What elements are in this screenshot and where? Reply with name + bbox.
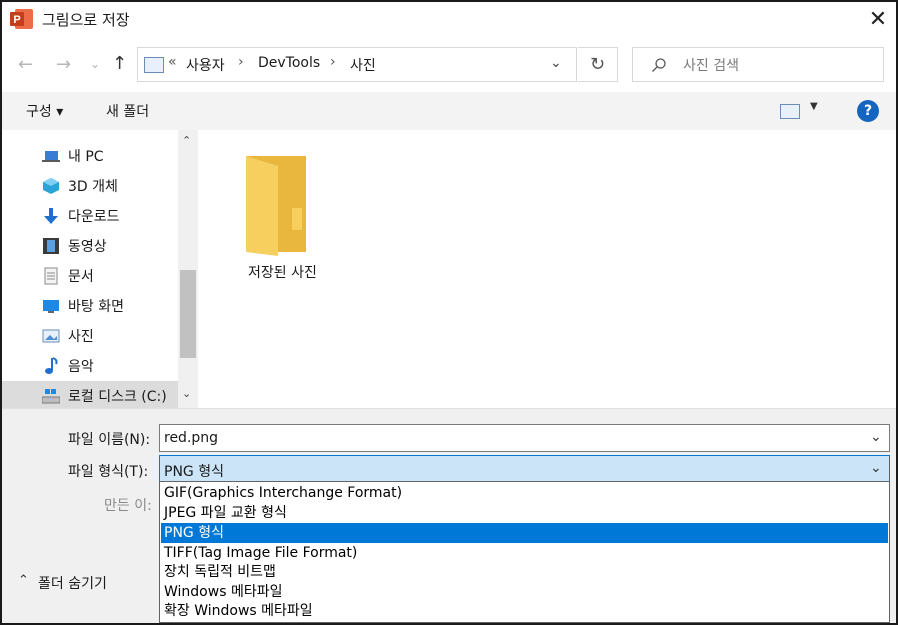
forward-arrow-icon[interactable]: →	[56, 54, 71, 75]
nav-pane-scrollbar-thumb[interactable]	[180, 270, 196, 358]
filetype-option[interactable]: JPEG 파일 교환 형식	[161, 503, 888, 523]
refresh-button[interactable]: ↻	[578, 47, 618, 82]
address-bar[interactable]: « 사용자 › DevTools › 사진 ⌄	[137, 47, 577, 82]
nav-item-documents[interactable]: 문서	[42, 261, 94, 291]
nav-pane-scrollbar[interactable]	[178, 130, 198, 408]
breadcrumb-devtools[interactable]: DevTools	[258, 55, 320, 71]
pictures-folder-icon	[144, 57, 164, 73]
filetype-option[interactable]: TIFF(Tag Image File Format)	[161, 543, 888, 563]
nav-item-label: 다운로드	[68, 209, 120, 225]
filetype-dropdown-icon[interactable]: ⌄	[870, 460, 882, 476]
filetype-value: PNG 형식	[164, 464, 224, 480]
filename-dropdown-icon[interactable]: ⌄	[870, 429, 882, 445]
hide-folders-button[interactable]: 폴더 숨기기	[38, 573, 107, 593]
document-icon	[42, 267, 60, 285]
breadcrumb-pictures[interactable]: 사진	[350, 55, 376, 75]
command-toolbar: 구성 ▾ 새 폴더 ▼ ?	[2, 92, 896, 130]
powerpoint-icon: P	[10, 8, 34, 30]
video-icon	[42, 237, 60, 255]
filetype-option-selected[interactable]: PNG 형식	[161, 523, 888, 543]
breadcrumb-separator: ›	[330, 54, 336, 70]
desktop-icon	[42, 297, 60, 315]
nav-item-label: 문서	[68, 269, 94, 285]
music-icon	[42, 357, 60, 375]
filename-label: 파일 이름(N):	[68, 432, 151, 448]
back-arrow-icon[interactable]: ←	[18, 54, 33, 75]
overflow-chevrons[interactable]: «	[168, 54, 177, 70]
close-button[interactable]: ✕	[864, 6, 892, 34]
author-label: 만든 이:	[104, 498, 152, 514]
recent-dropdown-icon[interactable]: ⌄	[90, 57, 100, 71]
nav-item-music[interactable]: 음악	[42, 351, 94, 381]
view-dropdown-icon[interactable]: ▼	[810, 101, 818, 112]
new-folder-button[interactable]: 새 폴더	[106, 101, 149, 121]
nav-item-label: 바탕 화면	[68, 299, 124, 315]
filetype-label: 파일 형식(T):	[68, 464, 149, 480]
title-bar: P 그림으로 저장 ✕	[2, 2, 896, 38]
search-placeholder: 사진 검색	[683, 58, 739, 74]
search-box[interactable]: 사진 검색	[632, 47, 884, 82]
scroll-down-icon[interactable]: ⌄	[182, 387, 191, 400]
nav-item-downloads[interactable]: 다운로드	[42, 201, 120, 231]
nav-item-label: 로컬 디스크 (C:)	[68, 389, 167, 405]
filetype-option[interactable]: 확장 Windows 메타파일	[161, 601, 888, 621]
search-icon	[652, 58, 666, 72]
filetype-option[interactable]: Windows 메타파일	[161, 582, 888, 602]
window-title: 그림으로 저장	[42, 11, 130, 29]
pc-icon	[42, 147, 60, 165]
disk-icon	[41, 387, 61, 405]
filetype-option[interactable]: 장치 독립적 비트맵	[161, 562, 888, 582]
filetype-option[interactable]: GIF(Graphics Interchange Format)	[161, 483, 888, 503]
nav-item-pictures[interactable]: 사진	[42, 321, 94, 351]
file-list-area[interactable]: 저장된 사진	[198, 130, 896, 408]
folder-item[interactable]	[236, 152, 316, 262]
view-mode-icon[interactable]	[780, 104, 800, 119]
nav-item-desktop[interactable]: 바탕 화면	[42, 291, 124, 321]
nav-item-label: 동영상	[68, 239, 107, 255]
organize-button[interactable]: 구성 ▾	[26, 101, 63, 121]
nav-item-label: 음악	[68, 359, 94, 375]
breadcrumb-users[interactable]: 사용자	[186, 55, 225, 75]
filetype-options-list[interactable]: GIF(Graphics Interchange Format) JPEG 파일…	[159, 481, 890, 623]
folder-icon	[246, 156, 306, 256]
breadcrumb-separator: ›	[238, 54, 244, 70]
nav-item-videos[interactable]: 동영상	[42, 231, 107, 261]
svg-text:P: P	[13, 14, 20, 26]
nav-item-3d-objects[interactable]: 3D 개체	[42, 171, 118, 201]
navigation-pane: 내 PC 3D 개체 다운로드 동영상 문서 바탕 화면 사진 음악 로컬 디스…	[2, 130, 198, 411]
hide-folders-chevron-icon[interactable]: ⌃	[18, 573, 29, 588]
scroll-up-icon[interactable]: ⌃	[182, 134, 191, 147]
save-as-dialog: P 그림으로 저장 ✕ ← → ⌄ ↑ « 사용자 › DevTools › 사…	[0, 0, 898, 625]
filetype-select[interactable]: PNG 형식 ⌄	[159, 455, 890, 483]
filename-value: red.png	[164, 430, 219, 446]
download-icon	[42, 207, 60, 225]
nav-item-label: 사진	[68, 329, 94, 345]
up-arrow-icon[interactable]: ↑	[112, 53, 127, 74]
nav-item-label: 내 PC	[68, 149, 104, 165]
filename-input[interactable]: red.png ⌄	[159, 424, 890, 452]
pictures-icon	[42, 327, 60, 345]
nav-item-label: 3D 개체	[68, 179, 118, 195]
nav-item-local-disk[interactable]: 로컬 디스크 (C:)	[2, 381, 198, 411]
nav-item-this-pc[interactable]: 내 PC	[42, 141, 104, 171]
address-dropdown-icon[interactable]: ⌄	[550, 55, 562, 71]
folder-label: 저장된 사진	[248, 265, 317, 281]
cube-icon	[42, 177, 60, 195]
help-button[interactable]: ?	[857, 100, 879, 122]
